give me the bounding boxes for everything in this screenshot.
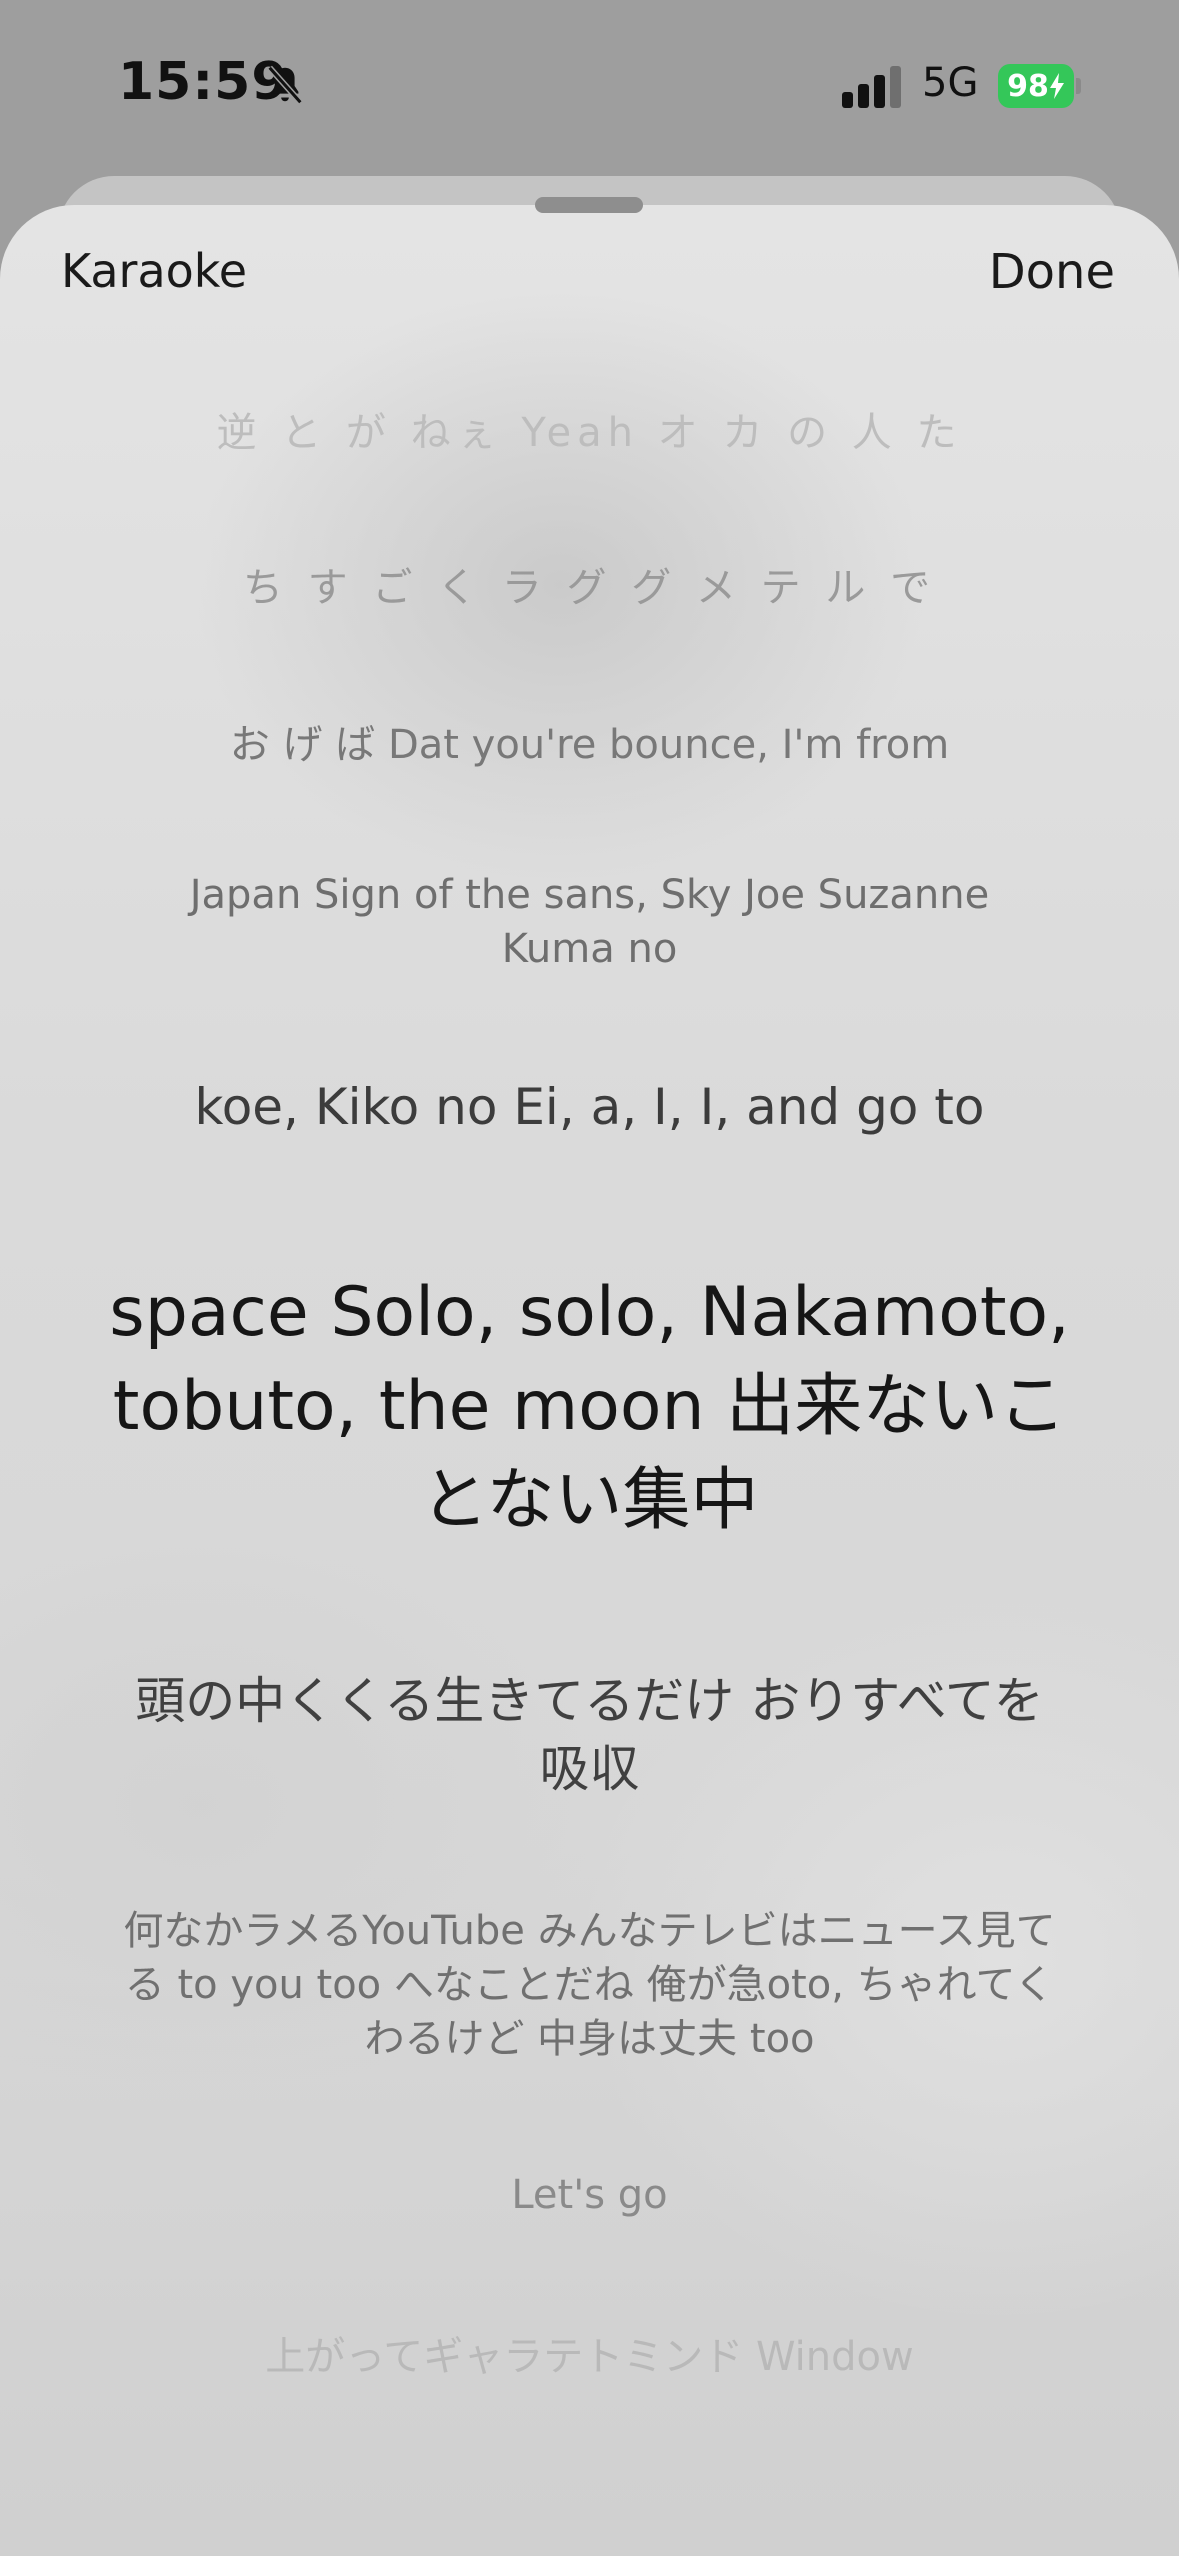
lyric-line[interactable]: Let's go [60,2172,1119,2218]
battery-charging-icon: 98 [998,64,1074,108]
lyric-line[interactable]: 逆 と が ねぇ Yeah オ カ の 人 た [60,400,1119,458]
lyric-line[interactable]: Japan Sign of the sans, Sky Joe Suzanne … [140,868,1039,976]
lyric-line[interactable]: koe, Kiko no Ei, a, I, I, and go to [60,1078,1119,1136]
lyric-line[interactable]: 頭の中くくる生きてるだけ おりすべてを吸収 [120,1667,1059,1803]
battery-nub [1076,78,1081,94]
status-bar: 15:59 5G 98 [0,0,1179,170]
bell-slash-icon [267,65,303,105]
lyric-line[interactable]: お げ ば Dat you're bounce, I'm from [60,712,1119,770]
lyric-line[interactable]: ち す ご く ラ グ グ メ テ ル で [60,555,1119,613]
network-type: 5G [922,60,979,106]
lyric-line[interactable]: 何なかラメるYouTube みんなテレビはニュース見てる to you too … [110,1904,1069,2066]
karaoke-title[interactable]: Karaoke [61,244,247,298]
bolt-icon [1049,73,1064,99]
current-lyric-line[interactable]: space Solo, solo, Nakamoto, tobuto, the … [80,1266,1099,1548]
cellular-signal-icon [842,66,901,108]
sheet-grabber[interactable] [535,197,643,213]
done-button[interactable]: Done [989,244,1115,300]
battery-level: 98 [1007,68,1049,104]
lyric-line[interactable]: 上がってギャラテトミンド Window [60,2324,1119,2382]
